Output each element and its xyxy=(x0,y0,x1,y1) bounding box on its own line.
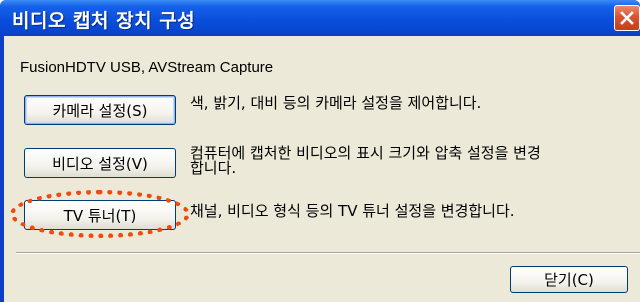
video-settings-button-label: 비디오 설정(V) xyxy=(52,154,148,173)
close-button-label: 닫기(C) xyxy=(544,271,594,289)
camera-settings-button[interactable]: 카메라 설정(S) xyxy=(24,95,176,125)
close-icon xyxy=(620,11,634,25)
title-bar[interactable]: 비디오 캡처 장치 구성 xyxy=(0,0,640,36)
video-settings-description-line2: 합니다. xyxy=(190,159,237,177)
camera-settings-description: 색, 밝기, 대비 등의 카메라 설정을 제어합니다. xyxy=(190,94,482,112)
divider xyxy=(16,252,640,254)
title-close-button[interactable] xyxy=(614,5,640,31)
device-name-label: FusionHDTV USB, AVStream Capture xyxy=(20,59,274,76)
video-settings-description-line1: 컴퓨터에 캡처한 비디오의 표시 크기와 압축 설정을 변경 xyxy=(190,144,541,162)
camera-settings-button-label: 카메라 설정(S) xyxy=(52,101,148,120)
window-title: 비디오 캡처 장치 구성 xyxy=(12,10,196,32)
tv-tuner-description: 채널, 비디오 형식 등의 TV 튜너 설정을 변경합니다. xyxy=(190,202,515,220)
tv-tuner-highlight-ellipse xyxy=(10,190,190,238)
video-settings-button[interactable]: 비디오 설정(V) xyxy=(24,148,176,178)
close-button[interactable]: 닫기(C) xyxy=(510,266,628,293)
